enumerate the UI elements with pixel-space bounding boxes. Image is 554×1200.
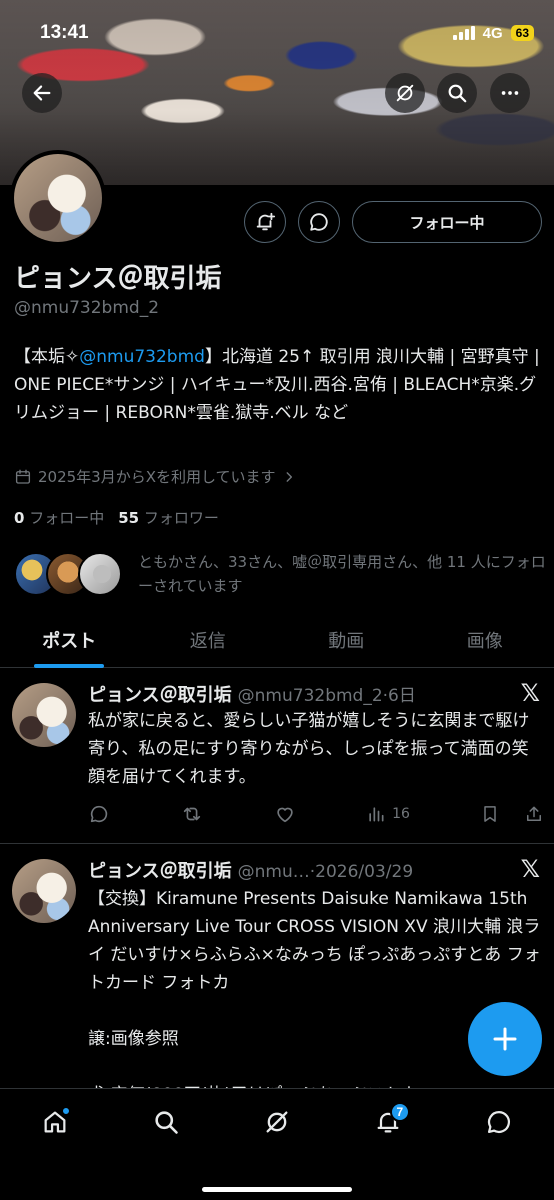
signal-icon [452,26,475,40]
profile-tabs: ポスト 返信 動画 画像 [0,612,554,668]
following-button[interactable]: フォロー中 [352,201,542,243]
joined-text: 2025年3月からXを利用しています [38,468,276,486]
x-logo-icon: 𝕏 [520,679,540,707]
post-tools [480,804,544,824]
grok-icon [266,1111,288,1133]
tab-replies[interactable]: 返信 [139,612,278,667]
follow-counts: 0 フォロー中 55 フォロワー [14,507,219,528]
compose-button[interactable] [468,1002,542,1076]
search-button[interactable] [437,73,477,113]
following-label: フォロー中 [29,509,105,527]
nav-messages[interactable] [471,1094,527,1150]
chevron-right-icon [286,471,292,482]
bottom-nav: 7 [0,1088,554,1200]
followed-by-text: ともかさん、33さん、嘘＠取引専用さん、他 11 人にフォローされています [138,553,546,595]
post-header: ピョンス＠取引垢 @nmu732bmd_2·6日 [88,681,416,707]
profile-handle: @nmu732bmd_2 [14,298,160,318]
message-button[interactable] [298,201,340,243]
followed-by[interactable]: ともかさん、33さん、嘘＠取引専用さん、他 11 人にフォローされています [14,550,554,598]
followers-count-link[interactable]: 55 フォロワー [118,507,219,528]
share-icon[interactable] [524,804,544,824]
chat-bubble-icon [487,1110,510,1134]
post-item[interactable]: ピョンス＠取引垢 @nmu…·2026/03/29 𝕏 【交換】Kiramune… [0,845,554,1105]
post-avatar[interactable] [12,683,76,747]
tab-posts[interactable]: ポスト [0,612,139,667]
following-count-link[interactable]: 0 フォロー中 [14,507,104,528]
bar-chart-icon [369,807,384,822]
bio-mention-link[interactable]: @nmu732bmd [79,347,205,367]
bell-plus-icon [256,212,276,231]
home-unread-dot [61,1106,72,1116]
following-count: 0 [14,509,25,527]
battery-icon: 63 [510,25,534,41]
nav-home[interactable] [27,1094,83,1150]
tab-images[interactable]: 画像 [416,612,554,667]
x-logo-icon: 𝕏 [520,855,540,883]
post-meta: @nmu732bmd_2·6日 [237,686,416,706]
network-type: 4G [482,24,503,42]
notification-badge: 7 [389,1102,410,1122]
follower-avatar [78,552,122,596]
like-button[interactable] [274,803,296,825]
post-meta: @nmu…·2026/03/29 [237,862,414,882]
followers-label: フォロワー [143,509,219,527]
more-icon [501,91,519,95]
calendar-icon [15,469,31,484]
status-bar: 13:41 4G 63 [40,22,534,44]
plus-icon [493,1027,517,1051]
views-button[interactable]: 16 [366,804,410,824]
post-author-name[interactable]: ピョンス＠取引垢 [88,681,232,707]
avatar-image [14,154,102,242]
followers-count: 55 [118,509,140,527]
grok-icon [396,84,414,102]
post-actions: 16 [88,803,544,825]
post-author-name[interactable]: ピョンス＠取引垢 [88,857,232,883]
arrow-left-icon [33,85,51,101]
nav-grok[interactable] [249,1094,305,1150]
repost-icon [183,807,201,821]
repost-button[interactable] [180,803,204,825]
search-icon [448,84,467,103]
post-text: 【交換】Kiramune Presents Daisuke Namikawa 1… [88,889,541,1105]
search-icon [155,1111,178,1134]
home-indicator [202,1187,352,1192]
status-indicators: 4G 63 [452,24,534,42]
nav-notifications[interactable]: 7 [360,1094,416,1150]
back-button[interactable] [22,73,62,113]
status-time: 13:41 [40,22,89,43]
post-item[interactable]: ピョンス＠取引垢 @nmu732bmd_2·6日 𝕏 私が家に戻ると、愛らしい子… [0,669,554,844]
reply-button[interactable] [88,803,110,825]
views-count: 16 [392,806,410,822]
display-name: ピョンス＠取引垢 [14,264,222,294]
post-text: 私が家に戻ると、愛らしい子猫が嬉しそうに玄関まで駆け寄り、私の足にすり寄りながら… [88,711,530,787]
heart-icon [277,807,293,823]
grok-button[interactable] [385,73,425,113]
notify-button[interactable] [244,201,286,243]
post-header: ピョンス＠取引垢 @nmu…·2026/03/29 [88,857,413,883]
reply-icon [90,805,108,823]
bookmark-icon[interactable] [480,804,500,824]
chat-bubble-icon [310,213,328,231]
profile-bio: 【本垢✧@nmu732bmd】北海道 25↑ 取引用 浪川大輔 | 宮野真守 |… [14,343,544,427]
tab-videos[interactable]: 動画 [277,612,416,667]
nav-search[interactable] [138,1094,194,1150]
bio-prefix: 【本垢✧ [14,347,80,367]
post-avatar[interactable] [12,859,76,923]
joined-date[interactable]: 2025年3月からXを利用しています [14,466,296,487]
profile-avatar[interactable] [10,150,106,246]
more-button[interactable] [490,73,530,113]
